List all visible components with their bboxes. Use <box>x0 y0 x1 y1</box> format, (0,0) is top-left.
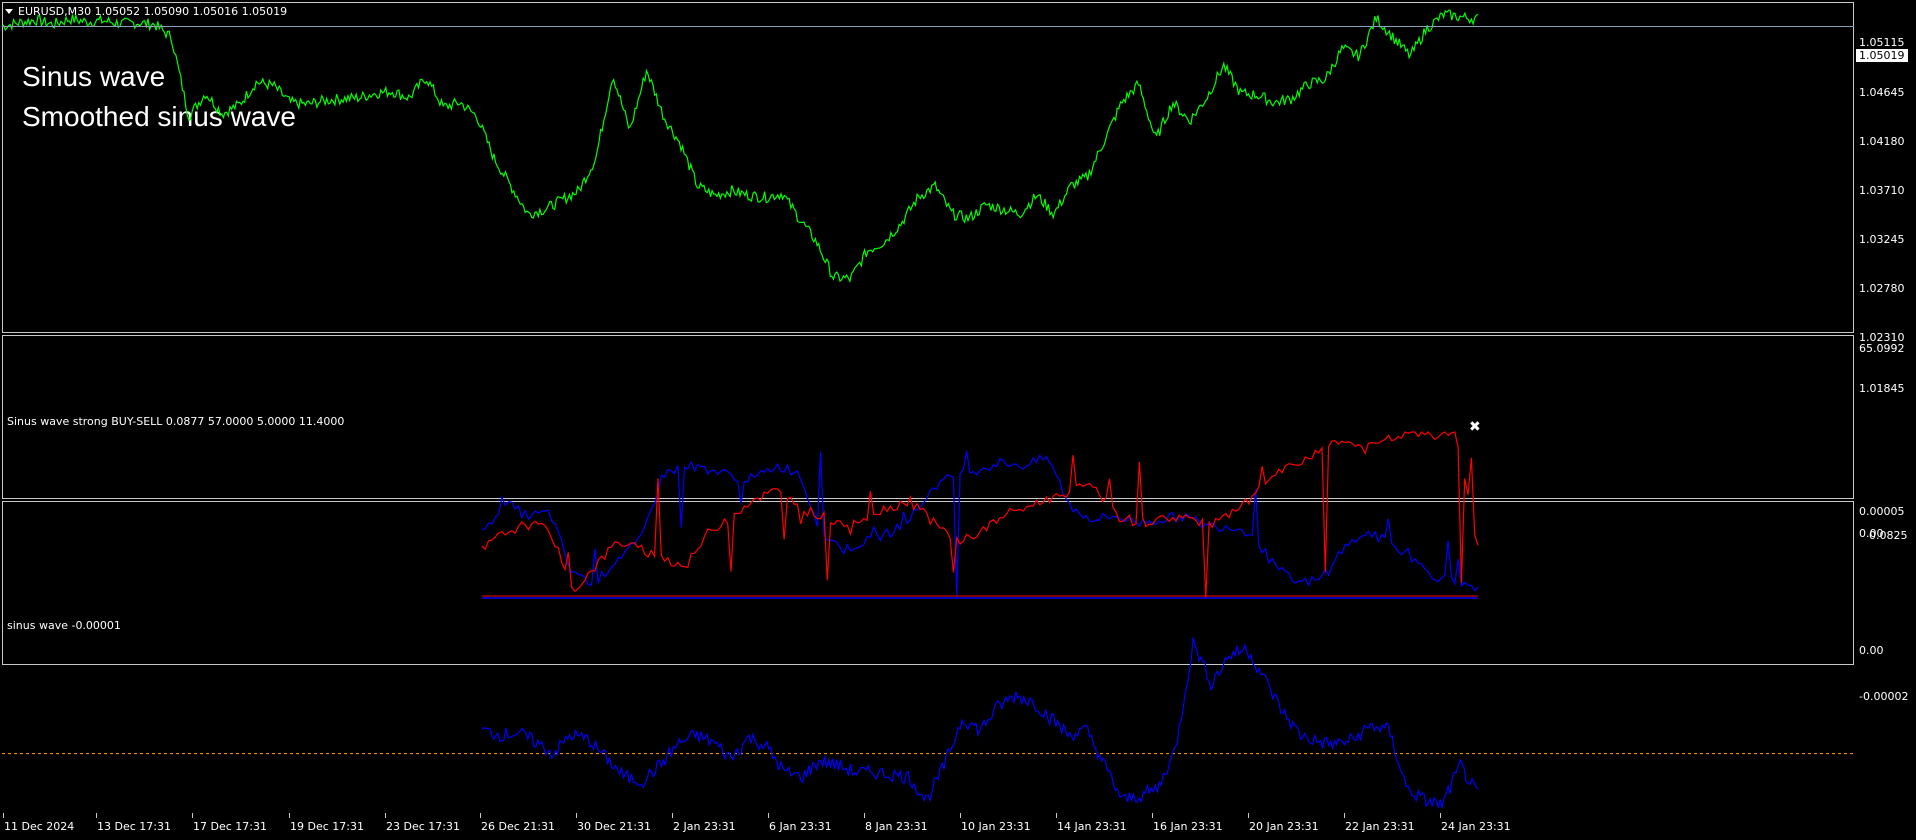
signal-marker-icon: ✖ <box>1469 419 1481 435</box>
buy-strength-line <box>481 450 1479 596</box>
price-series-line <box>1 9 1479 283</box>
chart-canvas: ✖ <box>1 9 1854 810</box>
sinus-wave-line <box>481 637 1479 810</box>
sell-strength-line <box>481 431 1479 598</box>
